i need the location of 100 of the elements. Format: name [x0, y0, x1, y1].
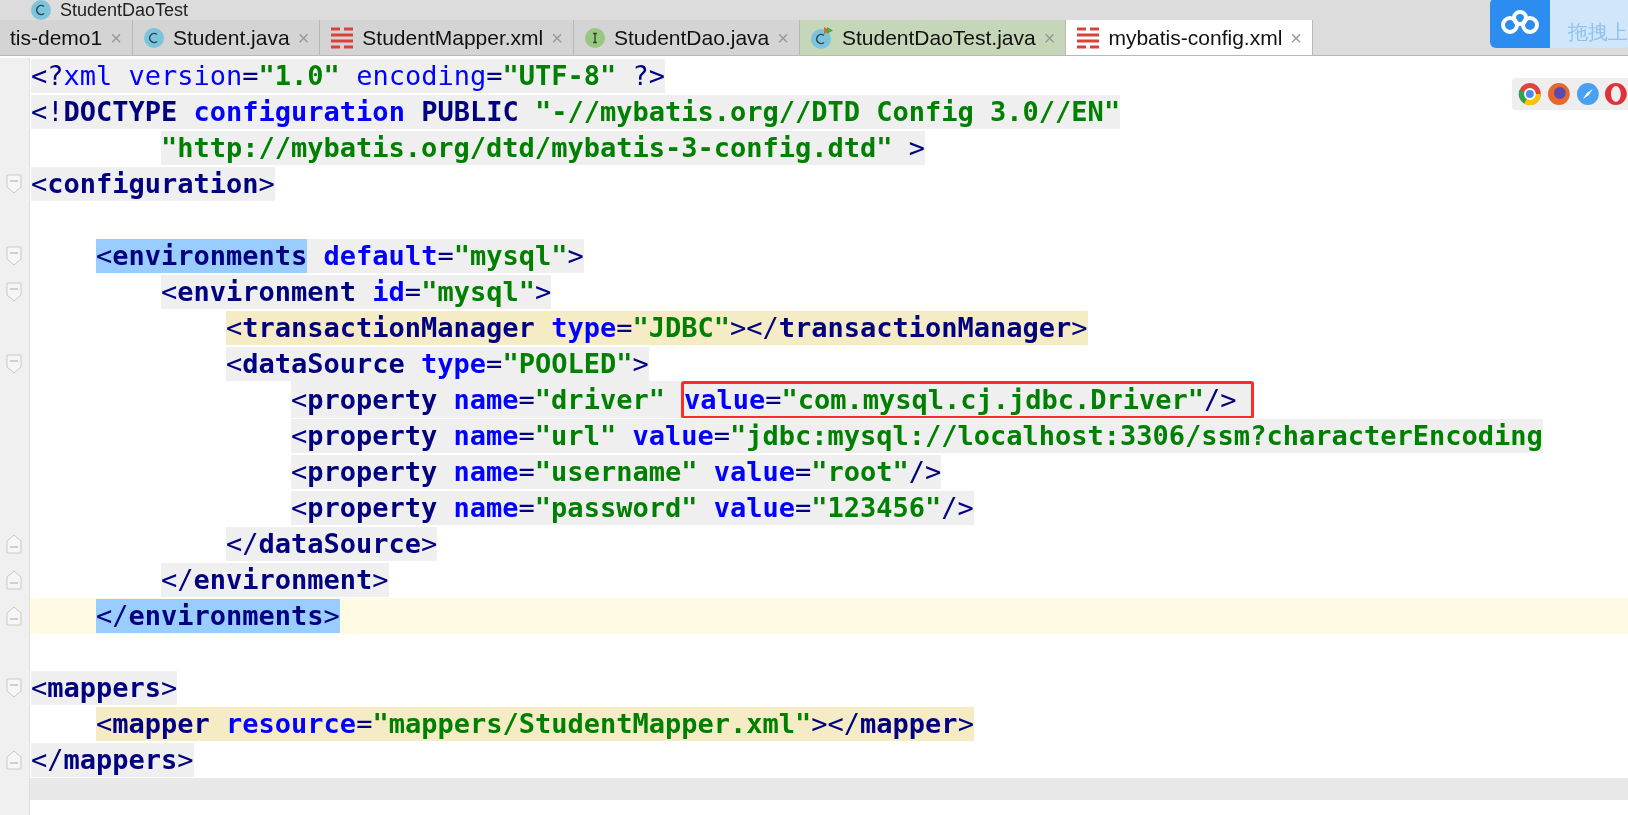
code-token: >: [161, 671, 178, 705]
browser-icon[interactable]: [1604, 82, 1628, 106]
editor-tab[interactable]: StudentMapper.xml ×: [320, 20, 574, 55]
code-token: =: [518, 491, 535, 525]
code-token: "mysql": [421, 275, 535, 309]
editor-tab[interactable]: StudentDaoTest.java ×: [799, 20, 1067, 55]
code-token: configuration: [193, 95, 406, 129]
upload-hint: 拖拽上: [1550, 0, 1628, 48]
class-file-icon: [142, 26, 165, 49]
fold-marker-icon[interactable]: [6, 678, 22, 698]
code-token: value: [683, 383, 766, 417]
code-token: configuration: [47, 167, 259, 201]
code-token: =: [486, 347, 503, 381]
code-token: "mysql": [453, 239, 568, 273]
code-token: />: [908, 455, 942, 489]
code-token: "JDBC": [632, 311, 730, 345]
editor-tab[interactable]: Student.java ×: [132, 20, 321, 55]
code-token: "password": [534, 491, 698, 525]
code-token: >: [421, 527, 438, 561]
code-token: dataSource: [258, 527, 422, 561]
code-token: transactionManager: [242, 311, 535, 345]
code-token: environments: [112, 239, 308, 273]
code-token: "1.0": [258, 59, 340, 93]
code-token: name: [452, 455, 519, 489]
code-token: >: [534, 275, 552, 309]
code-token: "mappers/StudentMapper.xml": [372, 707, 812, 741]
code-token: property: [307, 491, 438, 525]
code-token: encoding: [355, 59, 487, 93]
interface-file-icon: [583, 26, 606, 49]
code-token: name: [452, 419, 519, 453]
code-token: >: [632, 347, 649, 381]
code-token: >: [177, 743, 194, 777]
code-token: >: [567, 239, 584, 273]
code-token: =: [518, 419, 535, 453]
editor-tab[interactable]: mybatis-config.xml ×: [1066, 20, 1313, 55]
code-token: "root": [811, 455, 909, 489]
code-token: "jdbc:mysql://localhost:3306/ssm?characterEncoding: [729, 419, 1543, 453]
code-token: <!: [31, 95, 64, 129]
code-token: DOCTYPE: [63, 95, 179, 129]
code-token: <: [226, 347, 243, 381]
code-token: property: [307, 455, 438, 489]
code-token: name: [452, 383, 519, 417]
code-token: type: [420, 347, 487, 381]
code-token: "url": [534, 419, 617, 453]
code-token: <: [31, 167, 48, 201]
code-token: <: [96, 707, 113, 741]
xml-file-icon: [1076, 26, 1101, 49]
code-token: mapper: [860, 707, 958, 741]
editor-tab[interactable]: tis-demo1 ×: [0, 20, 133, 55]
tab-label: mybatis-config.xml: [1108, 24, 1283, 51]
fold-marker-icon[interactable]: [6, 750, 22, 770]
browser-icon[interactable]: [1518, 82, 1542, 106]
code-token: >: [957, 707, 974, 741]
code-token: environments: [128, 599, 324, 633]
breadcrumb-item[interactable]: StudentDaoTest: [60, 0, 189, 20]
code-token: </: [31, 743, 64, 777]
code-token: "123456": [811, 491, 942, 525]
code-token: <: [291, 383, 308, 417]
code-token: =: [437, 239, 454, 273]
tab-label: StudentMapper.xml: [362, 24, 544, 51]
code-token: />: [941, 491, 974, 525]
fold-marker-icon[interactable]: [6, 570, 22, 590]
code-token: =: [616, 311, 633, 345]
code-token: />: [1204, 383, 1237, 417]
code-token: <: [291, 491, 308, 525]
code-token: =: [765, 383, 782, 417]
fold-marker-icon[interactable]: [6, 534, 22, 554]
fold-marker-icon[interactable]: [6, 354, 22, 374]
code-token: <?: [31, 59, 64, 93]
code-token: default: [322, 239, 438, 273]
test-class-file-icon: [809, 25, 834, 50]
code-token: "UTF-8": [502, 59, 617, 93]
code-token: <: [291, 455, 308, 489]
code-token: =: [713, 419, 730, 453]
fold-marker-icon[interactable]: [6, 282, 22, 302]
code-token: "com.mysql.cj.jdbc.Driver": [781, 383, 1205, 417]
cloud-icon: [1500, 10, 1540, 36]
code-token: </: [226, 527, 259, 561]
code-token: value: [712, 455, 795, 489]
fold-marker-icon[interactable]: [6, 246, 22, 266]
code-token: >: [907, 131, 925, 165]
class-file-icon: [30, 0, 52, 20]
code-token: PUBLIC: [421, 95, 520, 129]
code-token: property: [307, 419, 438, 453]
code-token: =: [242, 59, 259, 93]
code-token: value: [712, 491, 795, 525]
code-token: mappers: [47, 671, 162, 705]
code-token: transactionManager: [778, 311, 1072, 345]
editor-tab[interactable]: StudentDao.java ×: [573, 20, 800, 55]
code-token: </: [96, 599, 129, 633]
fold-marker-icon[interactable]: [6, 174, 22, 194]
code-token: "http://mybatis.org/dtd/mybatis-3-config.dtd": [161, 131, 893, 165]
code-token: =: [794, 455, 812, 489]
code-token: id: [371, 275, 405, 309]
code-token: <: [31, 671, 48, 705]
browser-icon[interactable]: [1546, 82, 1571, 106]
code-token: =: [518, 455, 535, 489]
fold-marker-icon[interactable]: [6, 606, 22, 626]
code-token: <: [291, 419, 308, 453]
code-token: =: [404, 275, 422, 309]
